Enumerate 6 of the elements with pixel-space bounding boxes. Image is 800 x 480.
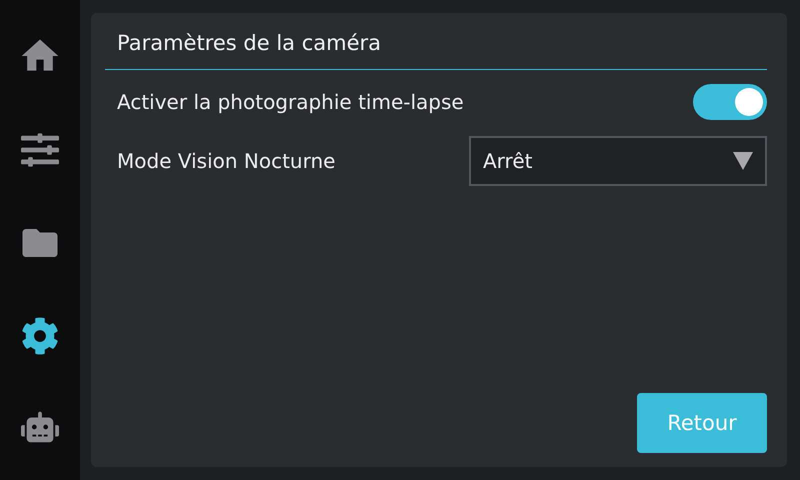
toggle-switch[interactable] [693,84,767,120]
dropdown[interactable]: Arrêt [469,136,767,186]
setting-label: Activer la photographie time-lapse [117,90,464,114]
panel-title: Paramètres de la caméra [105,13,767,70]
setting-label: Mode Vision Nocturne [117,149,336,173]
caret-icon [733,152,753,170]
